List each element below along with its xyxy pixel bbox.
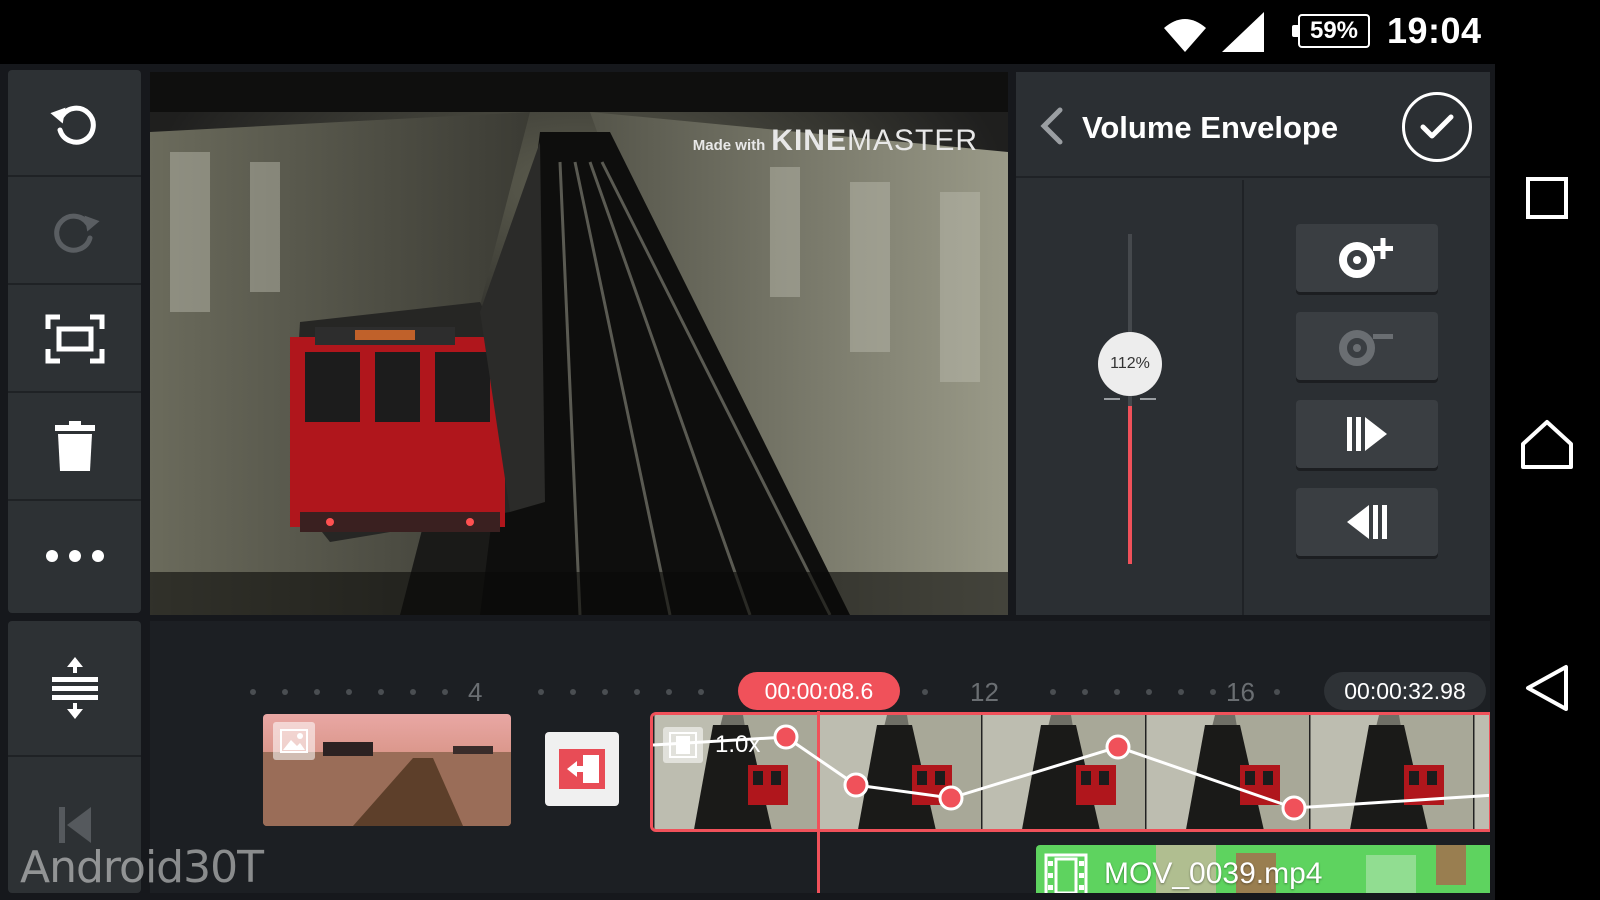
previous-keypoint-icon bbox=[1347, 505, 1387, 539]
status-clock: 19:04 bbox=[1387, 10, 1482, 51]
image-icon bbox=[280, 729, 308, 753]
editor-app: Made with KINE MASTER Volume Envelope 11… bbox=[0, 64, 1495, 900]
watermark-master: MASTER bbox=[846, 124, 978, 157]
film-icon bbox=[669, 732, 697, 758]
current-time-badge: 00:00:08.6 bbox=[738, 672, 900, 710]
add-keypoint-icon bbox=[1339, 238, 1393, 278]
fullscreen-icon bbox=[45, 314, 104, 363]
ruler-tick bbox=[1178, 689, 1184, 695]
ruler-tick bbox=[634, 689, 640, 695]
fullscreen-button[interactable] bbox=[8, 286, 141, 393]
volume-envelope-line[interactable] bbox=[653, 715, 1490, 832]
android-nav-bar bbox=[1495, 64, 1600, 900]
envelope-keypoint[interactable] bbox=[938, 785, 964, 811]
envelope-keypoint[interactable] bbox=[1105, 734, 1131, 760]
more-button[interactable] bbox=[8, 502, 141, 609]
volume-slider-fill bbox=[1128, 406, 1132, 564]
ruler-tick bbox=[538, 689, 544, 695]
remove-keypoint-button[interactable] bbox=[1296, 312, 1438, 380]
ruler-tick bbox=[1114, 689, 1120, 695]
checkmark-icon bbox=[1420, 114, 1454, 139]
recents-button[interactable] bbox=[1515, 166, 1579, 230]
video-clip-badge bbox=[663, 727, 703, 763]
home-icon bbox=[1521, 420, 1573, 469]
ruler-label: 12 bbox=[970, 677, 999, 707]
wifi-icon bbox=[1164, 19, 1206, 52]
undo-button[interactable] bbox=[8, 70, 141, 177]
transition-button[interactable] bbox=[545, 732, 619, 806]
envelope-keypoints[interactable] bbox=[773, 724, 1307, 821]
audio-clip[interactable]: MOV_0039.mp4 bbox=[1036, 845, 1490, 893]
back-chevron-icon[interactable] bbox=[1038, 106, 1068, 146]
signal-icon bbox=[1222, 12, 1264, 52]
image-clip[interactable] bbox=[263, 714, 511, 826]
battery-indicator: 59% bbox=[1292, 14, 1370, 48]
ruler-tick bbox=[570, 689, 576, 695]
video-clip[interactable]: 1.0x bbox=[650, 712, 1490, 832]
ruler-tick bbox=[666, 689, 672, 695]
back-icon bbox=[1526, 665, 1568, 711]
panel-title: Volume Envelope bbox=[1082, 110, 1339, 145]
ruler-tick bbox=[378, 689, 384, 695]
site-watermark: Android30T bbox=[20, 842, 264, 893]
video-clip-speed: 1.0x bbox=[715, 731, 761, 758]
ruler-tick bbox=[1274, 689, 1280, 695]
ruler-tick bbox=[250, 689, 256, 695]
redo-icon bbox=[53, 213, 100, 253]
track-height-button[interactable] bbox=[8, 621, 141, 757]
ruler-tick bbox=[602, 689, 608, 695]
ruler-tick bbox=[1050, 689, 1056, 695]
volume-slider-thumb[interactable]: 112% bbox=[1098, 332, 1162, 396]
redo-button[interactable] bbox=[8, 178, 141, 285]
watermark-made-with: Made with bbox=[692, 137, 766, 154]
ruler-tick bbox=[314, 689, 320, 695]
video-preview[interactable]: Made with KINE MASTER bbox=[150, 72, 1008, 615]
ruler-tick bbox=[698, 689, 704, 695]
panel-header: Volume Envelope bbox=[1016, 72, 1490, 178]
left-toolbar bbox=[8, 70, 141, 613]
recents-icon bbox=[1526, 177, 1568, 219]
previous-keypoint-button[interactable] bbox=[1296, 488, 1438, 556]
image-clip-badge bbox=[273, 722, 315, 760]
ruler-tick bbox=[1146, 689, 1152, 695]
envelope-keypoint[interactable] bbox=[843, 772, 869, 798]
timeline[interactable]: 4 12 16 1.0x MOV_0039.mp4 00:00:08.6 00:… bbox=[150, 621, 1490, 893]
more-icon bbox=[45, 549, 104, 562]
home-button[interactable] bbox=[1515, 412, 1579, 476]
ruler-label: 16 bbox=[1226, 677, 1255, 707]
ruler-label: 4 bbox=[468, 677, 483, 707]
ruler-tick bbox=[442, 689, 448, 695]
back-button[interactable] bbox=[1515, 656, 1579, 720]
skip-to-start-icon bbox=[58, 807, 91, 843]
next-keypoint-button[interactable] bbox=[1296, 400, 1438, 468]
transition-icon bbox=[559, 749, 605, 789]
audio-clip-name: MOV_0039.mp4 bbox=[1104, 857, 1323, 890]
envelope-keypoint[interactable] bbox=[773, 724, 799, 750]
panel-divider bbox=[1242, 180, 1244, 615]
ruler-tick bbox=[346, 689, 352, 695]
slider-tick-right bbox=[1140, 398, 1156, 400]
track-height-icon bbox=[51, 657, 98, 719]
slider-tick-left bbox=[1104, 398, 1120, 400]
kinemaster-watermark: Made with KINE MASTER bbox=[693, 124, 978, 158]
remove-keypoint-icon bbox=[1339, 330, 1393, 366]
trash-icon bbox=[54, 420, 95, 471]
film-strip-icon bbox=[1044, 853, 1088, 893]
envelope-keypoint[interactable] bbox=[1281, 795, 1307, 821]
ruler-tick bbox=[410, 689, 416, 695]
next-keypoint-icon bbox=[1347, 417, 1387, 451]
ruler-tick bbox=[1082, 689, 1088, 695]
status-bar: 59% 19:04 bbox=[0, 0, 1600, 64]
total-time-badge: 00:00:32.98 bbox=[1324, 672, 1486, 710]
delete-button[interactable] bbox=[8, 394, 141, 501]
ruler-tick bbox=[922, 689, 928, 695]
ruler-tick bbox=[282, 689, 288, 695]
add-keypoint-button[interactable] bbox=[1296, 224, 1438, 292]
watermark-kine: KINE bbox=[771, 124, 847, 157]
undo-icon bbox=[49, 105, 96, 145]
ruler-tick bbox=[1210, 689, 1216, 695]
volume-envelope-panel: Volume Envelope 112% bbox=[1016, 72, 1490, 615]
confirm-button[interactable] bbox=[1402, 92, 1472, 162]
